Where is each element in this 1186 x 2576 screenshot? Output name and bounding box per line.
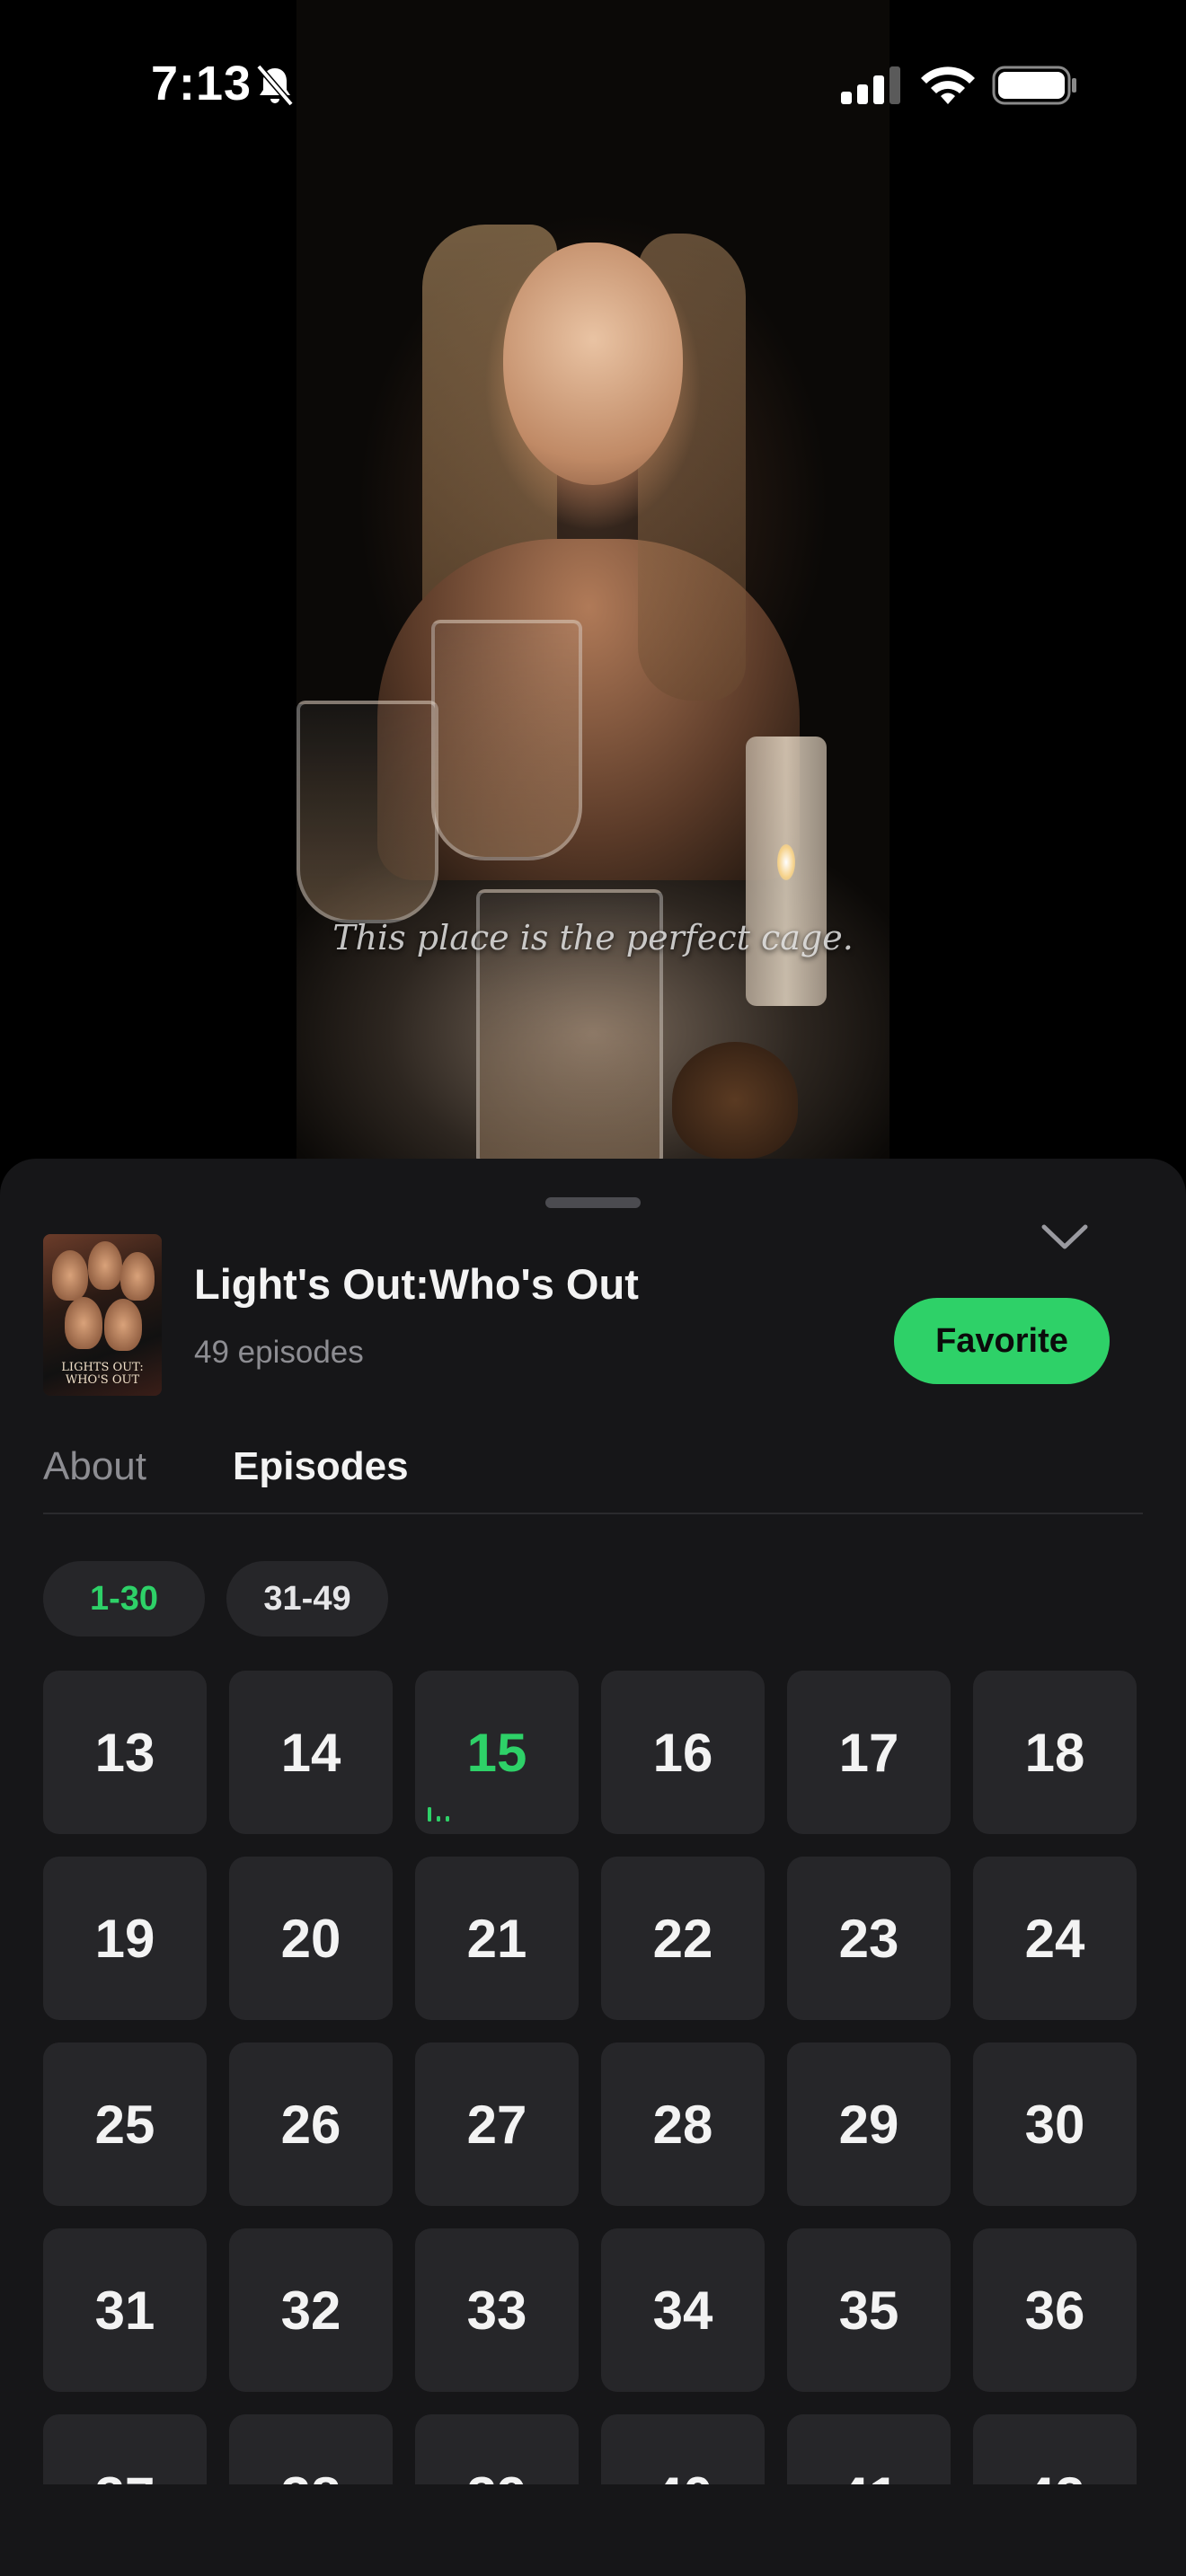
episode-number: 35	[838, 2280, 899, 2341]
episode-grid: 13 14 15 16 17 18 19 20 21 22 23 24 25 26 27 28 29 30 31 32…	[0, 1671, 1186, 2484]
episode-tile-34[interactable]: 34	[601, 2228, 765, 2392]
episode-number: 19	[94, 1908, 155, 1969]
episode-tile-31[interactable]: 31	[43, 2228, 207, 2392]
episode-tile-26[interactable]: 26	[229, 2042, 393, 2206]
episode-tile-19[interactable]: 19	[43, 1857, 207, 2020]
episode-tile-41[interactable]: 41	[787, 2414, 951, 2484]
sheet-drag-handle[interactable]	[545, 1197, 641, 1208]
sheet-tabs: About Episodes	[43, 1444, 1143, 1514]
episode-number: 20	[280, 1908, 341, 1969]
episode-number: 21	[466, 1908, 527, 1969]
bell-muted-icon	[256, 64, 294, 107]
episode-tile-29[interactable]: 29	[787, 2042, 951, 2206]
episode-number: 23	[838, 1908, 899, 1969]
episode-number: 26	[280, 2094, 341, 2155]
episode-tile-18[interactable]: 18	[973, 1671, 1137, 1834]
episode-number: 28	[652, 2094, 713, 2155]
episode-tile-24[interactable]: 24	[973, 1857, 1137, 2020]
episode-number: 33	[466, 2280, 527, 2341]
episode-tile-30[interactable]: 30	[973, 2042, 1137, 2206]
favorite-button[interactable]: Favorite	[894, 1298, 1110, 1384]
video-scene-face	[503, 243, 683, 485]
episode-tile-15[interactable]: 15	[415, 1671, 579, 1834]
episode-tile-22[interactable]: 22	[601, 1857, 765, 2020]
status-time: 7:13	[151, 57, 252, 110]
battery-icon	[992, 66, 1076, 105]
video-scene-glass	[296, 701, 438, 923]
episode-tile-40[interactable]: 40	[601, 2414, 765, 2484]
episode-number: 22	[652, 1908, 713, 1969]
episode-number: 36	[1024, 2280, 1085, 2341]
episode-tile-28[interactable]: 28	[601, 2042, 765, 2206]
episode-number: 40	[653, 2466, 713, 2485]
range-chip-31-49[interactable]: 31-49	[226, 1561, 388, 1636]
episode-number: 27	[466, 2094, 527, 2155]
episode-number: 24	[1024, 1908, 1085, 1969]
episode-number: 42	[1025, 2466, 1085, 2485]
episode-number: 31	[94, 2280, 155, 2341]
now-playing-icon	[428, 1807, 449, 1822]
episode-number: 18	[1024, 1722, 1085, 1783]
episode-tile-32[interactable]: 32	[229, 2228, 393, 2392]
episode-tile-36[interactable]: 36	[973, 2228, 1137, 2392]
tab-episodes[interactable]: Episodes	[233, 1444, 409, 1489]
video-scene-glass	[431, 620, 582, 860]
cover-logo-text: LIGHTS OUT: WHO'S OUT	[61, 1361, 144, 1387]
episode-number: 41	[839, 2466, 899, 2485]
episode-number: 37	[95, 2466, 155, 2485]
chevron-down-icon[interactable]	[1035, 1213, 1094, 1257]
episode-tile-35[interactable]: 35	[787, 2228, 951, 2392]
episode-tile-38[interactable]: 38	[229, 2414, 393, 2484]
episode-number: 16	[652, 1722, 713, 1783]
show-title: Light's Out:Who's Out	[194, 1260, 639, 1308]
episode-number: 25	[94, 2094, 155, 2155]
episode-number: 32	[280, 2280, 341, 2341]
cellular-signal-icon	[841, 66, 900, 104]
episode-number: 34	[652, 2280, 713, 2341]
episode-number: 17	[838, 1722, 899, 1783]
episode-tile-25[interactable]: 25	[43, 2042, 207, 2206]
episode-tile-42[interactable]: 42	[973, 2414, 1137, 2484]
episode-number: 15	[466, 1722, 527, 1783]
show-cover-image: LIGHTS OUT: WHO'S OUT	[43, 1234, 162, 1396]
episode-number: 39	[467, 2466, 527, 2485]
episode-tile-21[interactable]: 21	[415, 1857, 579, 2020]
episode-number: 13	[94, 1722, 155, 1783]
video-scene-flame	[777, 844, 795, 880]
tab-about[interactable]: About	[43, 1444, 146, 1489]
video-player[interactable]: This place is the perfect cage.	[296, 0, 890, 1159]
episode-tile-27[interactable]: 27	[415, 2042, 579, 2206]
episode-count: 49 episodes	[194, 1335, 364, 1370]
status-bar: 7:13	[0, 0, 1186, 171]
episode-tile-17[interactable]: 17	[787, 1671, 951, 1834]
episode-number: 30	[1024, 2094, 1085, 2155]
episode-tile-16[interactable]: 16	[601, 1671, 765, 1834]
episode-tile-20[interactable]: 20	[229, 1857, 393, 2020]
episode-number: 38	[281, 2466, 341, 2485]
episode-tile-39[interactable]: 39	[415, 2414, 579, 2484]
episode-tile-14[interactable]: 14	[229, 1671, 393, 1834]
episode-tile-23[interactable]: 23	[787, 1857, 951, 2020]
episode-sheet: LIGHTS OUT: WHO'S OUT Light's Out:Who's …	[0, 1159, 1186, 2576]
episode-tile-33[interactable]: 33	[415, 2228, 579, 2392]
episode-number: 14	[280, 1722, 341, 1783]
wifi-icon	[921, 66, 975, 104]
video-subtitle: This place is the perfect cage.	[332, 918, 854, 957]
range-chip-1-30[interactable]: 1-30	[43, 1561, 205, 1636]
episode-tile-13[interactable]: 13	[43, 1671, 207, 1834]
episode-tile-37[interactable]: 37	[43, 2414, 207, 2484]
video-scene-pinecone	[672, 1042, 798, 1159]
episode-number: 29	[838, 2094, 899, 2155]
